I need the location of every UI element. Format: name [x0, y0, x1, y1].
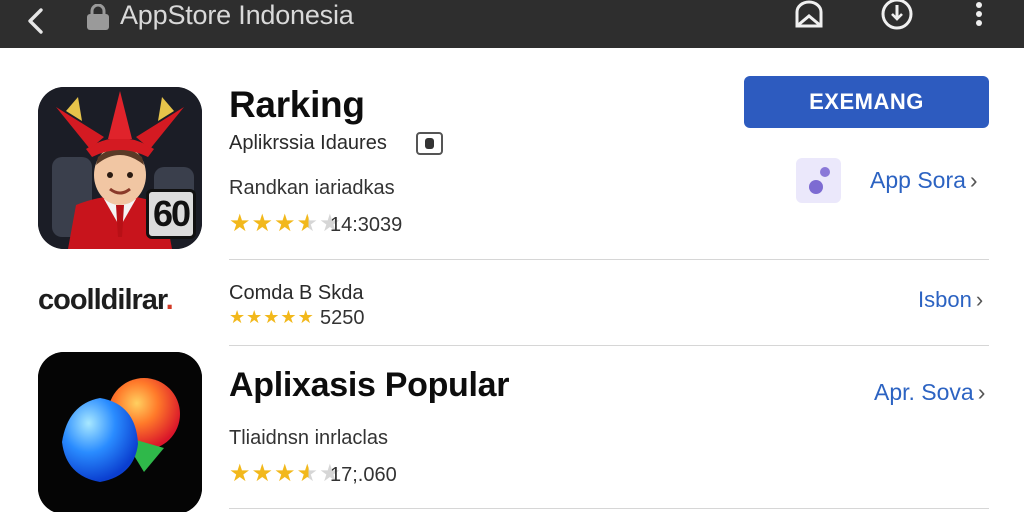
- app-icon-rarking[interactable]: 60: [38, 87, 202, 249]
- popular-store-link[interactable]: Apr. Sova ›: [874, 379, 985, 406]
- listing-name[interactable]: Comda B Skda: [229, 282, 364, 305]
- app-store-link-label: App Sora: [870, 167, 966, 193]
- brand-logo-text: coolldilrar: [38, 284, 167, 316]
- star-icon: ★: [251, 460, 274, 487]
- star-icon: ★: [296, 460, 319, 487]
- listing-rating-stars: ★★★★★: [229, 308, 315, 326]
- star-icon: ★: [229, 210, 251, 237]
- download-icon[interactable]: [880, 0, 914, 34]
- star-icon: ★: [297, 307, 314, 327]
- star-icon: ★: [229, 460, 251, 487]
- rank-number-badge: 60: [146, 189, 196, 239]
- chevron-right-icon: ›: [969, 167, 978, 193]
- chevron-right-icon: ›: [977, 379, 986, 405]
- app-subtitle: Aplikrssia Idaures: [229, 132, 387, 154]
- star-icon: ★: [274, 460, 296, 487]
- divider: [229, 345, 989, 346]
- install-button[interactable]: EXEMANG: [744, 76, 989, 128]
- info-badge-icon: [416, 132, 443, 155]
- address-bar[interactable]: AppStore Indonesia: [120, 0, 354, 30]
- app-icon-popular[interactable]: [38, 352, 202, 512]
- popular-rating-stars: ★★★★★: [229, 462, 342, 486]
- app-category: Randkan iariadkas: [229, 177, 395, 199]
- app-store-link[interactable]: App Sora ›: [870, 167, 978, 194]
- popular-store-link-label: Apr. Sova: [874, 379, 974, 405]
- chevron-right-icon: ›: [975, 287, 984, 312]
- bookmark-icon[interactable]: [792, 0, 826, 34]
- popular-category: Tliaidnsn inrlaclas: [229, 427, 388, 449]
- brand-logo-mark: .: [165, 284, 174, 316]
- app-title[interactable]: Rarking: [229, 84, 365, 126]
- star-icon: ★: [246, 307, 263, 327]
- star-icon: ★: [229, 307, 246, 327]
- lock-icon: [87, 4, 109, 30]
- section-title[interactable]: Aplixasis Popular: [229, 366, 510, 405]
- rating-stars: ★★★★★: [229, 212, 342, 236]
- star-icon: ★: [296, 210, 319, 237]
- abstract-orbs-illustration: [38, 352, 202, 512]
- star-icon: ★: [274, 210, 296, 237]
- star-icon: ★: [251, 210, 274, 237]
- back-arrow-icon[interactable]: [22, 6, 52, 36]
- more-vert-icon[interactable]: [962, 0, 996, 34]
- app-store-badge-icon: [796, 158, 841, 203]
- star-icon: ★: [263, 307, 280, 327]
- star-icon: ★: [280, 307, 297, 327]
- browser-toolbar: AppStore Indonesia: [0, 0, 1024, 48]
- divider: [229, 259, 989, 260]
- brand-logo[interactable]: coolldilrar.: [38, 284, 174, 317]
- listing-link-label: Isbon: [918, 287, 972, 312]
- divider: [229, 508, 989, 509]
- rating-count: 14:3039: [330, 214, 403, 236]
- popular-rating-count: 17;.060: [330, 464, 397, 486]
- listing-link[interactable]: Isbon ›: [918, 287, 983, 313]
- listing-rating-count: 5250: [320, 307, 365, 329]
